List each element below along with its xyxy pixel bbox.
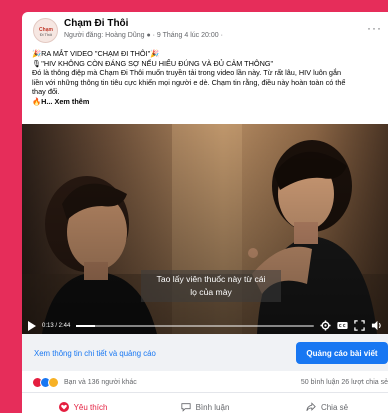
comment-icon [181, 403, 191, 412]
page-avatar[interactable]: Chạm Đi Thôi [33, 18, 58, 43]
ad-cta-bar: Xem thông tin chi tiết và quảng cáo Quản… [22, 334, 388, 371]
video-progress-bar[interactable] [76, 324, 314, 327]
settings-gear-icon[interactable] [320, 320, 331, 331]
captions-icon[interactable] [337, 320, 348, 331]
share-label: Chia sẻ [320, 402, 349, 412]
page-name-link[interactable]: Chạm Đi Thôi [64, 18, 128, 29]
reactions-summary: Bạn và 136 người khác 50 bình luận 26 lư… [22, 373, 388, 393]
post-line: 🎙"HIV KHÔNG CÒN ĐÁNG SỢ NẾU HIỂU ĐÚNG VÀ… [32, 58, 274, 68]
comments-shares-count[interactable]: 50 bình luận 26 lượt chia sẻ [301, 379, 388, 386]
comment-label: Bình luận [195, 402, 230, 412]
video-subtitle: Tao lấy viên thuốc này từ cái lọ của mày [141, 270, 281, 302]
view-insights-link[interactable]: Xem thông tin chi tiết và quảng cáo [34, 349, 156, 358]
share-button[interactable]: Chia sẻ [266, 396, 388, 413]
post-line: liền với những thông tin tiêu cực khiến … [32, 77, 346, 87]
post-meta: Người đăng: Hoàng Dũng ● · 9 Tháng 4 lúc… [64, 32, 223, 39]
fullscreen-icon[interactable] [354, 320, 365, 331]
heart-icon [58, 402, 69, 412]
post-text: 🎉RA MẮT VIDEO "CHẠM ĐI THÔI"🎉 🎙"HIV KHÔN… [32, 49, 388, 107]
post-card: Chạm Đi Thôi Chạm Đi Thôi Người đăng: Ho… [22, 12, 388, 413]
subtitle-line: Tao lấy viên thuốc này từ cái [156, 274, 266, 284]
reaction-icons[interactable] [32, 377, 59, 388]
comment-button[interactable]: Bình luận [144, 396, 266, 413]
love-label: Yêu thích [73, 402, 108, 412]
boost-post-button[interactable]: Quảng cáo bài viết [296, 342, 388, 364]
see-more-link[interactable]: 🔥H... Xem thêm [32, 97, 388, 107]
subtitle-line: lọ của mày [190, 287, 232, 297]
page-logo-icon: Chạm Đi Thôi [39, 27, 53, 37]
post-line: Đó là thông điệp mà Chạm Đi Thôi muốn tr… [32, 68, 342, 78]
video-controls: 0:13 / 2:44 [22, 317, 388, 334]
more-options-button[interactable]: ··· [367, 21, 382, 35]
love-button[interactable]: Yêu thích [22, 396, 144, 413]
post-line: thay đổi. [32, 87, 60, 97]
haha-reaction-icon [48, 377, 59, 388]
post-line: 🎉RA MẮT VIDEO "CHẠM ĐI THÔI"🎉 [32, 49, 160, 58]
video-frame [22, 124, 388, 334]
video-time: 0:13 / 2:44 [42, 322, 71, 329]
video-player[interactable]: Tao lấy viên thuốc này từ cái lọ của mày… [22, 124, 388, 334]
video-progress-fill [76, 324, 96, 327]
volume-icon[interactable] [371, 320, 382, 331]
post-actions: Yêu thích Bình luận Chia sẻ [22, 396, 388, 413]
play-icon[interactable] [28, 320, 36, 331]
post-header: Chạm Đi Thôi Chạm Đi Thôi Người đăng: Ho… [22, 12, 388, 46]
share-icon [306, 402, 316, 411]
reactions-count[interactable]: Bạn và 136 người khác [64, 379, 137, 386]
svg-text:Đi Thôi: Đi Thôi [39, 32, 52, 37]
